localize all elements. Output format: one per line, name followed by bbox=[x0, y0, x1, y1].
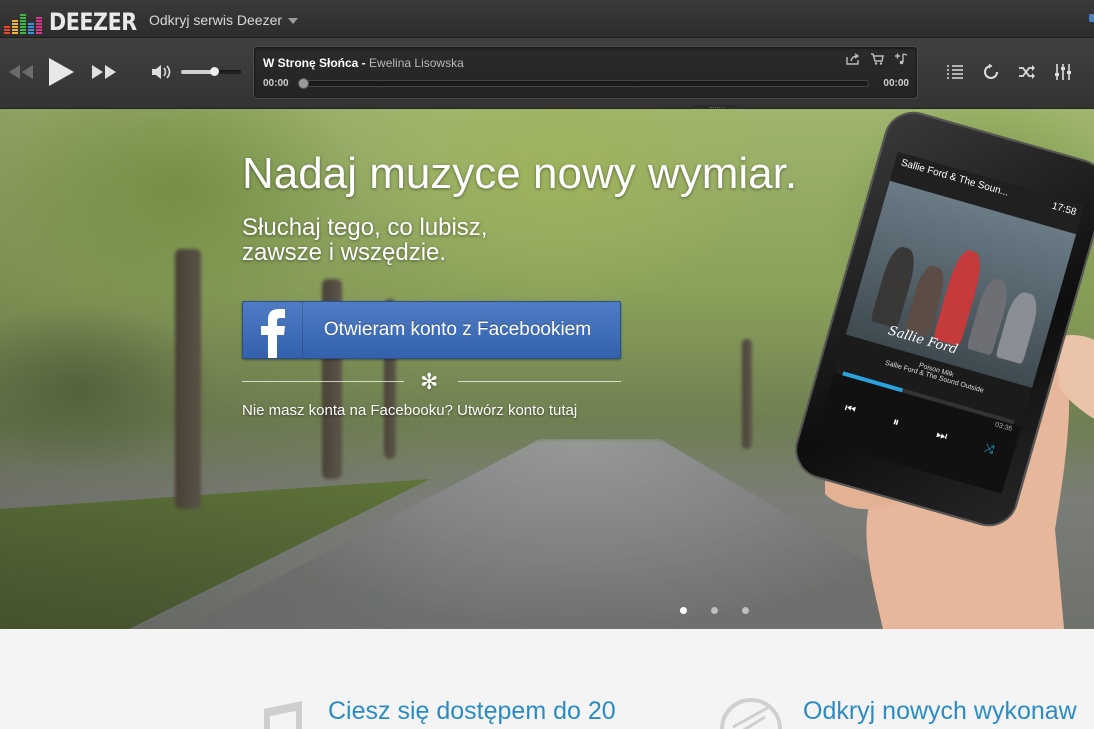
phone-pause-icon: ⏸ bbox=[891, 413, 902, 429]
next-icon[interactable] bbox=[91, 62, 117, 82]
phone-next-icon: ⏭ bbox=[934, 426, 950, 443]
shuffle-icon[interactable] bbox=[1018, 63, 1036, 81]
previous-icon[interactable] bbox=[8, 62, 34, 82]
track-info: W Stronę Słońca - Ewelina Lisowska bbox=[263, 56, 464, 70]
hero-title: Nadaj muzyce nowy wymiar. bbox=[242, 149, 798, 198]
deezer-logo[interactable]: DEEZER bbox=[4, 8, 151, 34]
share-icon[interactable] bbox=[846, 53, 860, 67]
progress-knob[interactable] bbox=[298, 78, 309, 89]
signup-link[interactable]: Nie masz konta na Facebooku? Utwórz kont… bbox=[242, 402, 577, 419]
discover-menu[interactable]: Odkryj serwis Deezer bbox=[149, 12, 299, 28]
facebook-signup-button[interactable]: Otwieram konto z Facebookiem bbox=[242, 301, 621, 359]
now-playing-panel: W Stronę Słońca - Ewelina Lisowska 00:00… bbox=[253, 46, 918, 99]
equalizer-icon[interactable] bbox=[1054, 63, 1072, 81]
music-note-icon bbox=[258, 699, 306, 729]
phone-shuffle-icon: ⤨ bbox=[982, 440, 997, 457]
track-artist[interactable]: Ewelina Lisowska bbox=[369, 56, 464, 70]
feature-title: Ciesz się dostępem do 20 bbox=[328, 697, 616, 725]
volume-knob[interactable] bbox=[210, 67, 219, 76]
phone-status-time: 17:58 bbox=[1050, 200, 1078, 219]
time-total: 00:00 bbox=[883, 78, 909, 89]
feature-title: Odkryj nowych wykonaw bbox=[803, 697, 1077, 725]
slide-dot[interactable] bbox=[742, 607, 749, 614]
volume-icon[interactable] bbox=[151, 63, 173, 81]
facebook-icon bbox=[243, 302, 303, 358]
hero-subtitle: Słuchaj tego, co lubisz, zawsze i wszędz… bbox=[242, 215, 487, 265]
discover-menu-label: Odkryj serwis Deezer bbox=[149, 12, 283, 28]
repeat-icon[interactable] bbox=[982, 63, 1000, 81]
player-options bbox=[946, 63, 1072, 81]
facebook-signup-label: Otwieram konto z Facebookiem bbox=[323, 319, 592, 340]
add-to-playlist-icon[interactable] bbox=[894, 53, 908, 67]
volume-slider[interactable] bbox=[181, 67, 241, 76]
equalizer-logo-icon bbox=[4, 10, 42, 34]
notification-indicator[interactable] bbox=[1089, 14, 1094, 22]
queue-icon[interactable] bbox=[946, 63, 964, 81]
phone-previous-icon: ⏮ bbox=[843, 400, 858, 417]
logo-text: DEEZER bbox=[49, 8, 137, 36]
play-icon[interactable] bbox=[46, 56, 76, 88]
create-account-link[interactable]: Nie masz konta na Facebooku? Utwórz kont… bbox=[242, 402, 577, 419]
track-actions bbox=[846, 53, 908, 67]
top-bar: DEEZER Odkryj serwis Deezer bbox=[0, 0, 1094, 38]
time-elapsed: 00:00 bbox=[263, 78, 289, 89]
hero-banner: Nadaj muzyce nowy wymiar. Słuchaj tego, … bbox=[0, 109, 1094, 629]
cart-icon[interactable] bbox=[870, 53, 884, 67]
progress-bar[interactable] bbox=[298, 78, 869, 89]
asterisk-icon: ✻ bbox=[420, 369, 439, 394]
features-section: Ciesz się dostępem do 20 Odkryj nowych w… bbox=[0, 629, 1094, 729]
discover-icon bbox=[719, 697, 783, 729]
slide-dot[interactable] bbox=[680, 607, 687, 614]
divider-line bbox=[242, 381, 404, 382]
hero-subtitle-line: zawsze i wszędzie. bbox=[242, 239, 447, 266]
divider-line bbox=[458, 381, 621, 382]
deezer-page: DEEZER Odkryj serwis Deezer W Stronę Sło… bbox=[0, 0, 1094, 729]
slide-dot[interactable] bbox=[711, 607, 718, 614]
chevron-down-icon bbox=[288, 18, 299, 24]
track-title[interactable]: W Stronę Słońca - bbox=[263, 56, 366, 70]
player-bar: W Stronę Słońca - Ewelina Lisowska 00:00… bbox=[0, 38, 1094, 109]
slide-indicators bbox=[680, 607, 749, 614]
hero-subtitle-line: Słuchaj tego, co lubisz, bbox=[242, 214, 488, 241]
